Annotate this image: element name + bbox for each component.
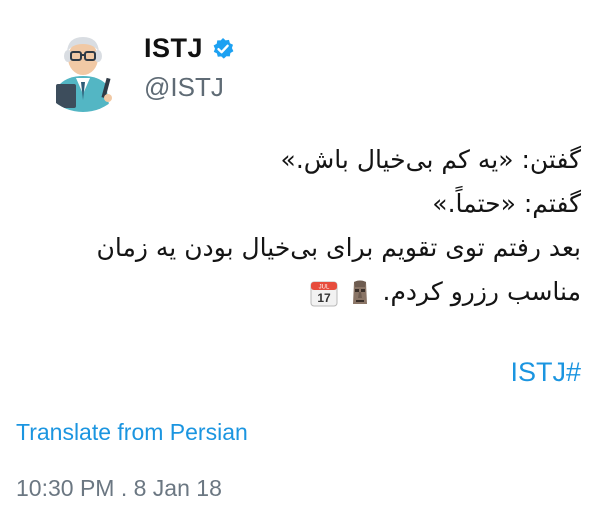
tweet-line: مناسب رزرو کردم. <box>382 277 582 306</box>
emoji-group: JUL 17 <box>309 278 375 308</box>
display-name[interactable]: ISTJ <box>144 33 203 64</box>
moai-icon <box>345 278 375 308</box>
tweet-line: گفتن: «یه کم بی‌خیال باش.» <box>280 145 581 174</box>
svg-text:JUL: JUL <box>318 285 329 291</box>
timestamp[interactable]: 10:30 PM . 8 Jan 18 <box>16 475 222 502</box>
tweet-header: ISTJ @ISTJ <box>38 22 235 112</box>
calendar-icon: JUL 17 <box>309 278 339 308</box>
teacher-character-avatar-icon <box>38 22 128 112</box>
tweet-line: گفتم: «حتماً.» <box>432 189 581 218</box>
tweet-text: گفتن: «یه کم بی‌خیال باش.» گفتم: «حتماً.… <box>11 138 581 314</box>
tweet-line: بعد رفتم توی تقویم برای بی‌خیال بودن یه … <box>96 233 582 262</box>
avatar[interactable] <box>38 22 128 112</box>
handle[interactable]: @ISTJ <box>144 72 235 103</box>
hashtag-link[interactable]: ISTJ# <box>510 357 581 388</box>
tweet-line-with-emoji: مناسب رزرو کردم. JUL 17 <box>11 270 581 314</box>
verified-badge-icon <box>211 37 235 61</box>
author-info: ISTJ @ISTJ <box>144 31 235 103</box>
name-row: ISTJ <box>144 33 235 64</box>
svg-text:17: 17 <box>317 291 331 305</box>
translate-link[interactable]: Translate from Persian <box>16 419 248 446</box>
